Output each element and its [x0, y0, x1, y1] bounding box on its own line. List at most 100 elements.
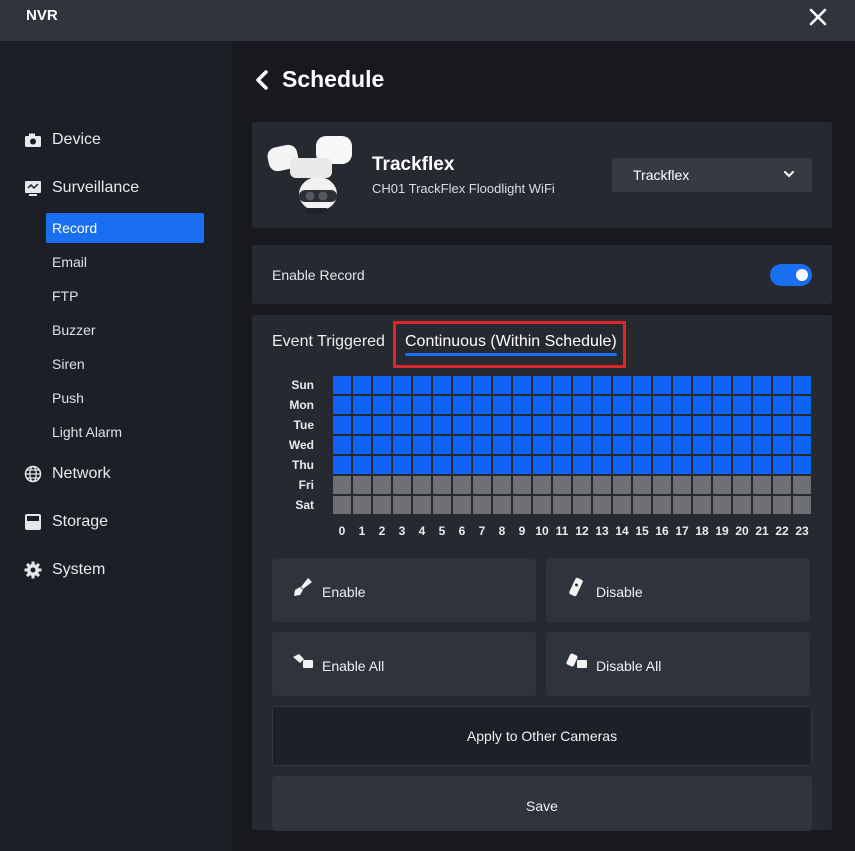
sidebar-item-storage[interactable]: Storage — [24, 510, 108, 534]
schedule-cell[interactable] — [633, 496, 651, 514]
schedule-cell[interactable] — [513, 376, 531, 394]
schedule-cell[interactable] — [333, 376, 351, 394]
schedule-cell[interactable] — [473, 436, 491, 454]
schedule-cell[interactable] — [793, 476, 811, 494]
schedule-cell[interactable] — [333, 456, 351, 474]
schedule-cell[interactable] — [373, 436, 391, 454]
schedule-cell[interactable] — [453, 456, 471, 474]
schedule-cell[interactable] — [553, 416, 571, 434]
enable-all-button[interactable]: Enable All — [272, 632, 536, 696]
schedule-cell[interactable] — [693, 496, 711, 514]
chevron-left-icon[interactable] — [254, 69, 270, 91]
schedule-cell[interactable] — [593, 396, 611, 414]
schedule-cell[interactable] — [533, 376, 551, 394]
schedule-cell[interactable] — [653, 396, 671, 414]
schedule-cell[interactable] — [713, 456, 731, 474]
schedule-cell[interactable] — [753, 496, 771, 514]
schedule-cell[interactable] — [573, 496, 591, 514]
schedule-cell[interactable] — [613, 376, 631, 394]
schedule-cell[interactable] — [533, 416, 551, 434]
schedule-cell[interactable] — [533, 476, 551, 494]
schedule-cell[interactable] — [513, 496, 531, 514]
schedule-cell[interactable] — [733, 476, 751, 494]
schedule-cell[interactable] — [413, 476, 431, 494]
schedule-cell[interactable] — [753, 396, 771, 414]
schedule-cell[interactable] — [393, 456, 411, 474]
schedule-cell[interactable] — [493, 456, 511, 474]
schedule-cell[interactable] — [713, 476, 731, 494]
schedule-cell[interactable] — [573, 456, 591, 474]
schedule-cell[interactable] — [573, 396, 591, 414]
schedule-cell[interactable] — [573, 416, 591, 434]
schedule-cell[interactable] — [653, 476, 671, 494]
schedule-cell[interactable] — [353, 476, 371, 494]
schedule-cell[interactable] — [373, 396, 391, 414]
schedule-cell[interactable] — [633, 376, 651, 394]
schedule-cell[interactable] — [753, 376, 771, 394]
schedule-cell[interactable] — [433, 456, 451, 474]
schedule-cell[interactable] — [553, 376, 571, 394]
schedule-cell[interactable] — [673, 456, 691, 474]
schedule-cell[interactable] — [393, 376, 411, 394]
tab-event-triggered[interactable]: Event Triggered — [272, 333, 385, 351]
schedule-cell[interactable] — [333, 496, 351, 514]
schedule-cell[interactable] — [773, 476, 791, 494]
schedule-cell[interactable] — [733, 416, 751, 434]
schedule-cell[interactable] — [673, 376, 691, 394]
schedule-cell[interactable] — [353, 396, 371, 414]
schedule-cell[interactable] — [413, 396, 431, 414]
schedule-cell[interactable] — [613, 456, 631, 474]
schedule-cell[interactable] — [573, 436, 591, 454]
sidebar-item-siren[interactable]: Siren — [46, 349, 204, 379]
schedule-cell[interactable] — [653, 416, 671, 434]
schedule-cell[interactable] — [473, 496, 491, 514]
schedule-cell[interactable] — [493, 416, 511, 434]
schedule-cell[interactable] — [753, 456, 771, 474]
schedule-cell[interactable] — [553, 476, 571, 494]
schedule-cell[interactable] — [493, 376, 511, 394]
schedule-cell[interactable] — [753, 416, 771, 434]
schedule-cell[interactable] — [473, 376, 491, 394]
schedule-cell[interactable] — [493, 436, 511, 454]
schedule-cell[interactable] — [733, 456, 751, 474]
apply-to-other-cameras-button[interactable]: Apply to Other Cameras — [272, 706, 812, 766]
schedule-cell[interactable] — [613, 496, 631, 514]
sidebar-item-ftp[interactable]: FTP — [46, 281, 204, 311]
schedule-cell[interactable] — [433, 476, 451, 494]
sidebar-item-surveillance[interactable]: Surveillance — [24, 176, 139, 200]
schedule-cell[interactable] — [653, 436, 671, 454]
schedule-cell[interactable] — [653, 456, 671, 474]
schedule-cell[interactable] — [513, 436, 531, 454]
sidebar-item-device[interactable]: Device — [24, 128, 101, 152]
schedule-cell[interactable] — [473, 416, 491, 434]
schedule-cell[interactable] — [613, 416, 631, 434]
enable-record-toggle[interactable] — [770, 264, 812, 286]
schedule-cell[interactable] — [713, 436, 731, 454]
schedule-cell[interactable] — [593, 416, 611, 434]
schedule-cell[interactable] — [373, 416, 391, 434]
schedule-cell[interactable] — [793, 416, 811, 434]
schedule-cell[interactable] — [673, 476, 691, 494]
schedule-cell[interactable] — [393, 396, 411, 414]
schedule-cell[interactable] — [513, 416, 531, 434]
sidebar-item-buzzer[interactable]: Buzzer — [46, 315, 204, 345]
sidebar-item-system[interactable]: System — [24, 558, 105, 582]
schedule-cell[interactable] — [393, 416, 411, 434]
schedule-cell[interactable] — [793, 376, 811, 394]
schedule-cell[interactable] — [433, 496, 451, 514]
schedule-cell[interactable] — [693, 376, 711, 394]
schedule-cell[interactable] — [693, 436, 711, 454]
schedule-cell[interactable] — [333, 396, 351, 414]
schedule-cell[interactable] — [433, 436, 451, 454]
schedule-cell[interactable] — [733, 436, 751, 454]
schedule-cell[interactable] — [473, 476, 491, 494]
schedule-cell[interactable] — [753, 436, 771, 454]
schedule-cell[interactable] — [593, 436, 611, 454]
schedule-cell[interactable] — [573, 476, 591, 494]
schedule-cell[interactable] — [533, 456, 551, 474]
schedule-cell[interactable] — [373, 376, 391, 394]
schedule-cell[interactable] — [473, 456, 491, 474]
schedule-cell[interactable] — [353, 456, 371, 474]
schedule-cell[interactable] — [393, 436, 411, 454]
schedule-cell[interactable] — [713, 376, 731, 394]
